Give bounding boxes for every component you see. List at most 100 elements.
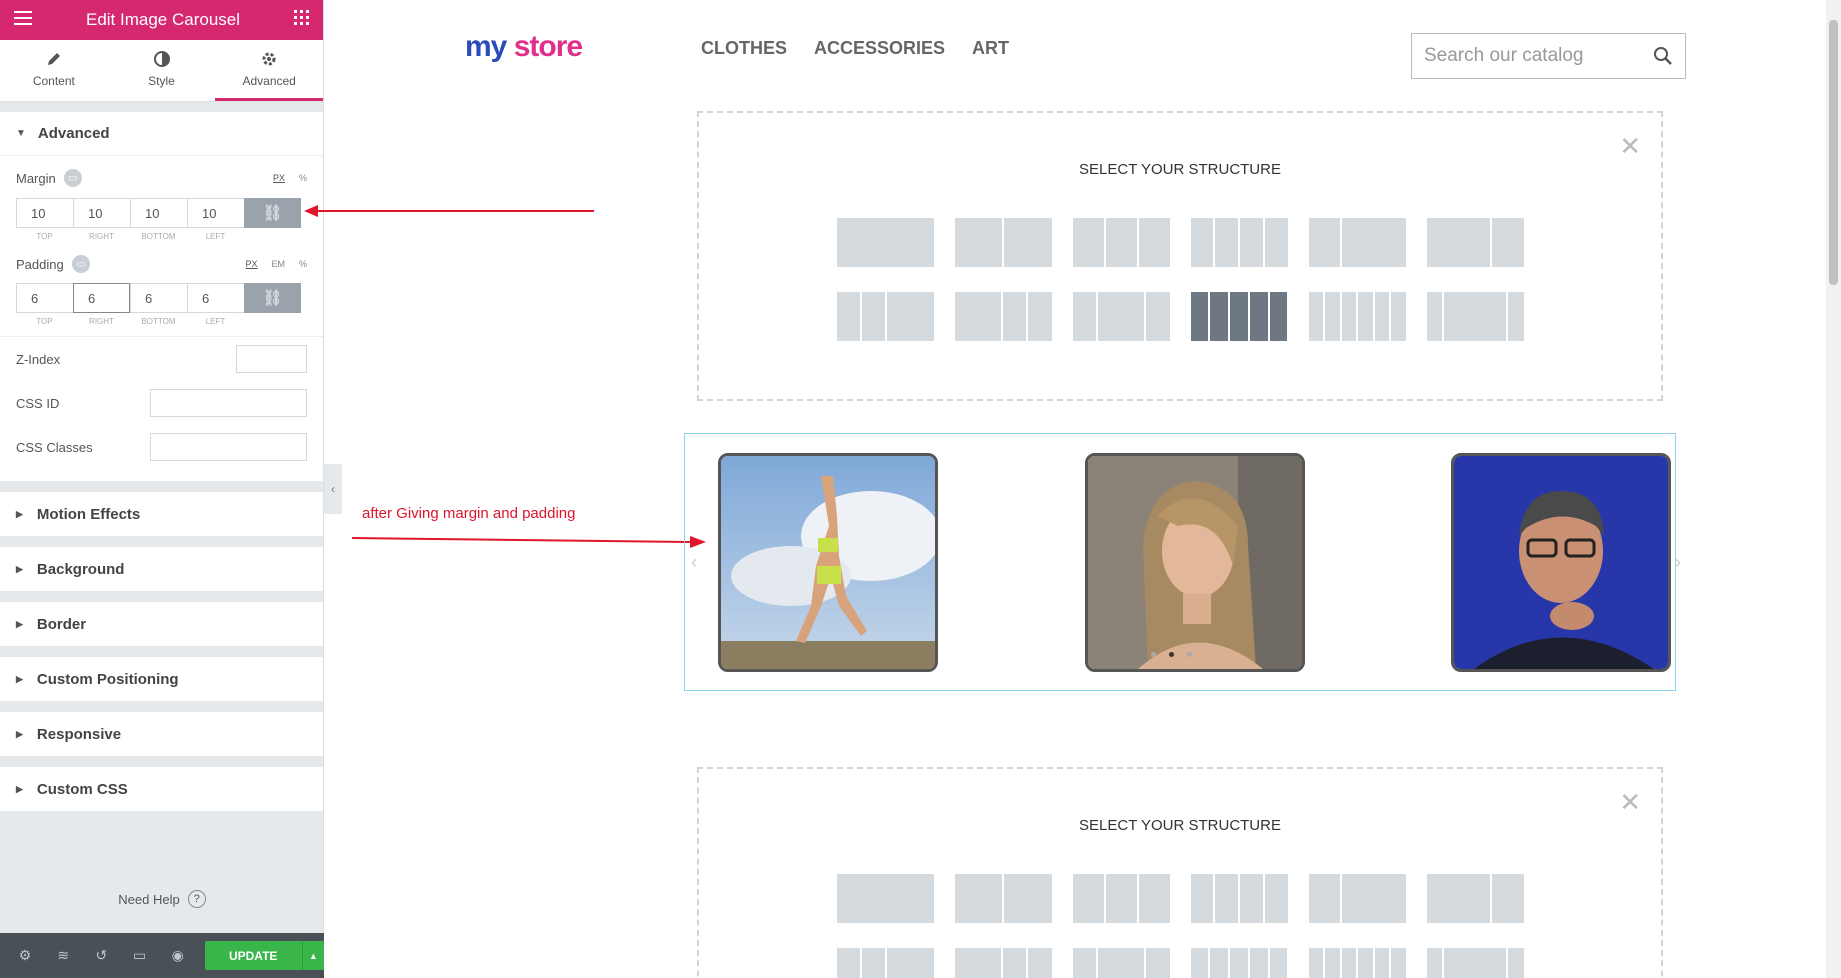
structure-preset[interactable] [954, 218, 1052, 267]
structure-preset[interactable] [1072, 874, 1170, 923]
tab-style[interactable]: Style [108, 40, 216, 101]
padding-right-input[interactable]: 6 [73, 283, 130, 313]
section-border[interactable]: ▶ Border [0, 602, 323, 646]
carousel-slide-woman-stretching[interactable] [718, 453, 938, 672]
structure-preset[interactable] [1072, 948, 1170, 978]
structure-picker: ✕ SELECT YOUR STRUCTURE [697, 767, 1663, 978]
structure-preset[interactable] [954, 874, 1052, 923]
carousel-slide-man-portrait[interactable] [1451, 453, 1671, 672]
update-options-button[interactable]: ▲ [301, 941, 324, 970]
margin-unit-px[interactable]: PX [273, 173, 285, 183]
side-label: LEFT [205, 317, 226, 326]
settings-icon[interactable]: ⚙ [6, 947, 44, 964]
padding-unit-px[interactable]: PX [245, 259, 257, 269]
nav-clothes[interactable]: CLOTHES [701, 38, 787, 59]
side-label: BOTTOM [141, 317, 176, 326]
section-motion-effects[interactable]: ▶ Motion Effects [0, 492, 323, 536]
panel-collapse-handle[interactable]: ‹ [324, 464, 342, 514]
structure-preset[interactable] [1072, 218, 1170, 267]
structure-preset[interactable] [1190, 948, 1288, 978]
padding-units: PX EM % [245, 259, 307, 269]
css-id-input[interactable] [150, 389, 307, 417]
search-icon[interactable] [1653, 46, 1673, 66]
padding-bottom-input[interactable]: 6 [130, 283, 187, 313]
page-scrollbar[interactable] [1826, 0, 1841, 978]
section-label: Background [36, 560, 125, 578]
css-classes-label: CSS Classes [16, 439, 93, 455]
structure-preset[interactable] [1426, 874, 1524, 923]
padding-top-input[interactable]: 6 [16, 283, 73, 313]
structure-preset[interactable] [1426, 948, 1524, 978]
structure-preset[interactable] [1426, 218, 1524, 267]
update-button[interactable]: UPDATE [204, 941, 302, 970]
structure-preset[interactable] [954, 292, 1052, 341]
tab-content[interactable]: Content [0, 40, 108, 101]
annotation-arrow-carousel [351, 536, 706, 548]
structure-preset[interactable] [1308, 874, 1406, 923]
structure-preset[interactable] [1308, 948, 1406, 978]
structure-preset[interactable] [836, 218, 934, 267]
structure-preset[interactable] [1426, 292, 1524, 341]
margin-link-button[interactable]: ⛓ [244, 198, 301, 228]
store-logo[interactable]: my store [465, 30, 583, 64]
navigator-layers-icon[interactable]: ≋ [44, 947, 82, 964]
margin-label: Margin [16, 170, 56, 186]
need-help-link[interactable]: Need Help ? [0, 890, 324, 908]
carousel-dot[interactable] [1187, 652, 1192, 657]
carousel-prev-arrow-icon[interactable]: ‹ [691, 552, 697, 573]
margin-top-input[interactable]: 10 [16, 198, 73, 228]
structure-preset[interactable] [836, 874, 934, 923]
responsive-mode-icon[interactable]: ▭ [120, 947, 158, 964]
section-custom-css[interactable]: ▶ Custom CSS [0, 767, 323, 811]
structure-preset[interactable] [1190, 218, 1288, 267]
padding-link-button[interactable]: ⛓ [244, 283, 301, 313]
structure-preset[interactable] [836, 292, 934, 341]
advanced-section-title: Advanced [37, 125, 110, 142]
section-label: Custom CSS [36, 780, 128, 798]
scrollbar-thumb[interactable] [1829, 20, 1838, 285]
tab-advanced[interactable]: Advanced [215, 40, 324, 101]
image-carousel[interactable]: ‹ › [684, 433, 1681, 691]
structure-preset[interactable] [836, 948, 934, 978]
padding-left-input[interactable]: 6 [187, 283, 244, 313]
caret-right-icon: ▶ [16, 783, 23, 794]
z-index-input[interactable] [236, 345, 307, 373]
margin-right-input[interactable]: 10 [73, 198, 130, 228]
structure-preset[interactable] [1190, 874, 1288, 923]
panel-tabs: Content Style Advanced [0, 40, 324, 102]
link-icon: ⛓ [262, 205, 283, 222]
padding-unit-percent[interactable]: % [299, 259, 307, 269]
structure-preset[interactable] [954, 948, 1052, 978]
preview-eye-icon[interactable]: ◉ [159, 947, 197, 964]
structure-preset[interactable] [1072, 292, 1170, 341]
section-background[interactable]: ▶ Background [0, 547, 323, 591]
margin-bottom-input[interactable]: 10 [130, 198, 187, 228]
margin-left-input[interactable]: 10 [187, 198, 244, 228]
carousel-dot-active[interactable] [1169, 652, 1174, 657]
hamburger-menu-icon[interactable] [14, 10, 32, 30]
margin-unit-percent[interactable]: % [299, 173, 307, 183]
side-label: RIGHT [89, 232, 114, 241]
widgets-grid-icon[interactable] [294, 10, 309, 30]
carousel-next-arrow-icon[interactable]: › [1675, 552, 1681, 573]
padding-unit-em[interactable]: EM [271, 259, 285, 269]
carousel-dot[interactable] [1151, 652, 1156, 657]
responsive-desktop-icon[interactable]: ▭ [71, 255, 90, 273]
responsive-desktop-icon[interactable]: ▭ [63, 169, 82, 187]
nav-accessories[interactable]: ACCESSORIES [814, 38, 945, 59]
structure-preset[interactable] [1308, 218, 1406, 267]
close-icon[interactable]: ✕ [1619, 131, 1641, 162]
section-custom-positioning[interactable]: ▶ Custom Positioning [0, 657, 323, 701]
css-classes-input[interactable] [150, 433, 307, 461]
catalog-search-input[interactable]: Search our catalog [1411, 33, 1686, 79]
close-icon[interactable]: ✕ [1619, 787, 1641, 818]
carousel-slide-woman-portrait[interactable] [1085, 453, 1305, 672]
nav-art[interactable]: ART [972, 38, 1009, 59]
css-id-label: CSS ID [16, 395, 60, 411]
structure-preset[interactable] [1308, 292, 1406, 341]
caret-right-icon: ▶ [16, 728, 23, 739]
section-responsive[interactable]: ▶ Responsive [0, 712, 323, 756]
advanced-section-header[interactable]: ▼ Advanced [0, 112, 323, 156]
history-icon[interactable]: ↺ [82, 947, 120, 964]
structure-preset-selected[interactable] [1190, 292, 1288, 341]
